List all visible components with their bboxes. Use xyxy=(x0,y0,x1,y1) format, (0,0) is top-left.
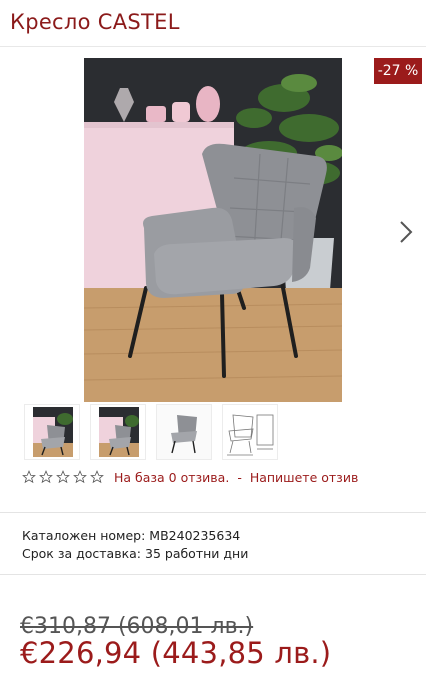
thumbnail-3[interactable] xyxy=(156,404,212,460)
divider xyxy=(0,574,426,575)
thumbnail-4[interactable] xyxy=(222,404,278,460)
rating-row: На база 0 отзива. - Напишете отзив xyxy=(22,468,358,486)
star-empty-icon xyxy=(73,470,87,484)
next-image-button[interactable] xyxy=(392,216,420,248)
discount-badge: -27 % xyxy=(374,58,422,84)
star-empty-icon xyxy=(22,470,36,484)
thumbnail-strip xyxy=(24,404,278,460)
star-empty-icon xyxy=(56,470,70,484)
thumbnail-2[interactable] xyxy=(90,404,146,460)
delivery-time-row: Срок за доставка: 35 работни дни xyxy=(22,546,248,561)
current-price: €226,94 (443,85 лв.) xyxy=(20,636,332,670)
chevron-right-icon xyxy=(400,221,413,243)
star-empty-icon xyxy=(90,470,104,484)
catalog-number-label: Каталожен номер: xyxy=(22,528,146,543)
thumbnail-1[interactable] xyxy=(24,404,80,460)
catalog-number-value: MB240235634 xyxy=(149,528,241,543)
divider xyxy=(0,512,426,513)
write-review-link[interactable]: Напишете отзив xyxy=(250,470,359,485)
product-title: Кресло CASTEL xyxy=(10,10,180,34)
delivery-time-value: 35 работни дни xyxy=(145,546,249,561)
star-empty-icon xyxy=(39,470,53,484)
title-divider xyxy=(0,46,426,47)
reviews-count-link[interactable]: На база 0 отзива. xyxy=(114,470,229,485)
rating-separator: - xyxy=(237,469,242,485)
product-main-image[interactable] xyxy=(84,58,342,402)
catalog-number-row: Каталожен номер: MB240235634 xyxy=(22,528,240,543)
rating-stars[interactable] xyxy=(22,470,104,484)
delivery-time-label: Срок за доставка: xyxy=(22,546,142,561)
